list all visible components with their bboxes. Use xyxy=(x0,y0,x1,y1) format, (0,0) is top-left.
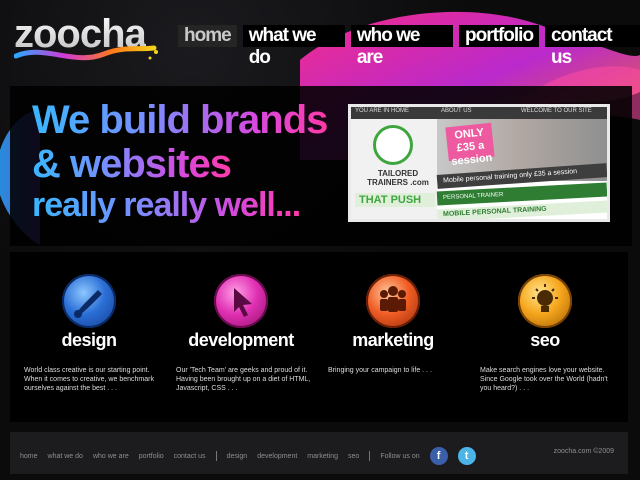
service-title-marketing[interactable]: marketing xyxy=(318,330,468,351)
brush-icon[interactable] xyxy=(62,274,116,328)
screenshot-logo-text: TAILORED TRAINERS .com xyxy=(367,169,429,187)
people-icon[interactable] xyxy=(366,274,420,328)
service-text-design: World class creative is our starting poi… xyxy=(24,367,154,392)
screenshot-nav-right: WELCOME TO OUR SITE xyxy=(521,108,592,114)
footer-links: home what we do who we are portfolio con… xyxy=(20,447,476,465)
nav-home[interactable]: home xyxy=(178,25,237,47)
service-seo[interactable]: seo Make search engines love your websit… xyxy=(470,252,620,422)
nav-portfolio[interactable]: portfolio xyxy=(459,25,540,47)
service-text-development: Our 'Tech Team' are geeks and proud of i… xyxy=(176,367,311,392)
screenshot-nav-left: YOU ARE IN HOME xyxy=(355,108,410,114)
service-text-marketing: Bringing your campaign to life . . . xyxy=(328,367,432,374)
footer-link-marketing[interactable]: marketing xyxy=(307,453,338,460)
screenshot-push-text: THAT PUSH xyxy=(355,193,435,207)
footer-link-design[interactable]: design xyxy=(227,453,248,460)
copyright: zoocha.com ©2009 xyxy=(553,448,614,455)
footer-link-what-we-do[interactable]: what we do xyxy=(48,453,83,460)
main-nav: home what we do who we are portfolio con… xyxy=(178,25,640,68)
services-section: design World class creative is our start… xyxy=(10,252,628,422)
screenshot-logo-icon xyxy=(373,125,413,165)
logo-swoosh-icon xyxy=(14,45,158,61)
nav-contact-us[interactable]: contact us xyxy=(545,25,640,68)
service-marketing[interactable]: marketing Bringing your campaign to life… xyxy=(318,252,468,422)
hero-banner: We build brands & websites really really… xyxy=(10,86,632,246)
service-development[interactable]: development Our 'Tech Team' are geeks an… xyxy=(166,252,316,422)
footer-follow-text: Follow us on xyxy=(380,452,420,460)
footer-link-home[interactable]: home xyxy=(20,453,38,460)
footer-link-contact-us[interactable]: contact us xyxy=(174,453,206,460)
footer-divider xyxy=(215,451,217,461)
cursor-icon[interactable] xyxy=(214,274,268,328)
facebook-icon[interactable]: f xyxy=(429,447,448,465)
footer-divider xyxy=(369,451,371,461)
lightbulb-icon[interactable] xyxy=(518,274,572,328)
screenshot-navbar: YOU ARE IN HOME ABOUT US WELCOME TO OUR … xyxy=(351,107,607,119)
footer-link-seo[interactable]: seo xyxy=(348,453,359,460)
hero-headline-3: really really well... xyxy=(32,186,301,224)
nav-who-we-are[interactable]: who we are xyxy=(350,25,454,68)
footer: home what we do who we are portfolio con… xyxy=(10,432,628,474)
screenshot-price-badge: ONLY £35 a session xyxy=(445,122,495,168)
portfolio-screenshot[interactable]: YOU ARE IN HOME ABOUT US WELCOME TO OUR … xyxy=(348,104,610,222)
hero-headline-2: & websites xyxy=(32,142,232,186)
service-title-seo[interactable]: seo xyxy=(470,330,620,351)
twitter-icon[interactable]: t xyxy=(457,447,476,465)
service-title-design[interactable]: design xyxy=(14,330,164,351)
footer-link-portfolio[interactable]: portfolio xyxy=(139,453,164,460)
logo[interactable]: zoocha xyxy=(14,10,164,64)
hero-headline-1: We build brands xyxy=(32,98,328,142)
nav-what-we-do[interactable]: what we do xyxy=(242,25,345,68)
screenshot-nav-mid: ABOUT US xyxy=(441,108,472,114)
service-text-seo: Make search engines love your website. S… xyxy=(480,367,608,392)
service-design[interactable]: design World class creative is our start… xyxy=(14,252,164,422)
footer-link-development[interactable]: development xyxy=(257,453,297,460)
footer-link-who-we-are[interactable]: who we are xyxy=(93,453,129,460)
service-title-development[interactable]: development xyxy=(166,330,316,351)
